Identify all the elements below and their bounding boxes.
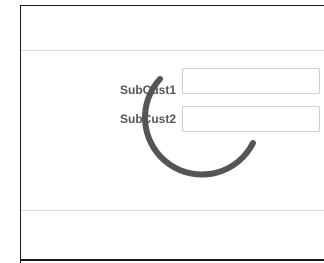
panel-bottom-border: [20, 259, 324, 261]
header-divider: [21, 50, 324, 51]
loading-spinner-icon: [142, 76, 256, 178]
